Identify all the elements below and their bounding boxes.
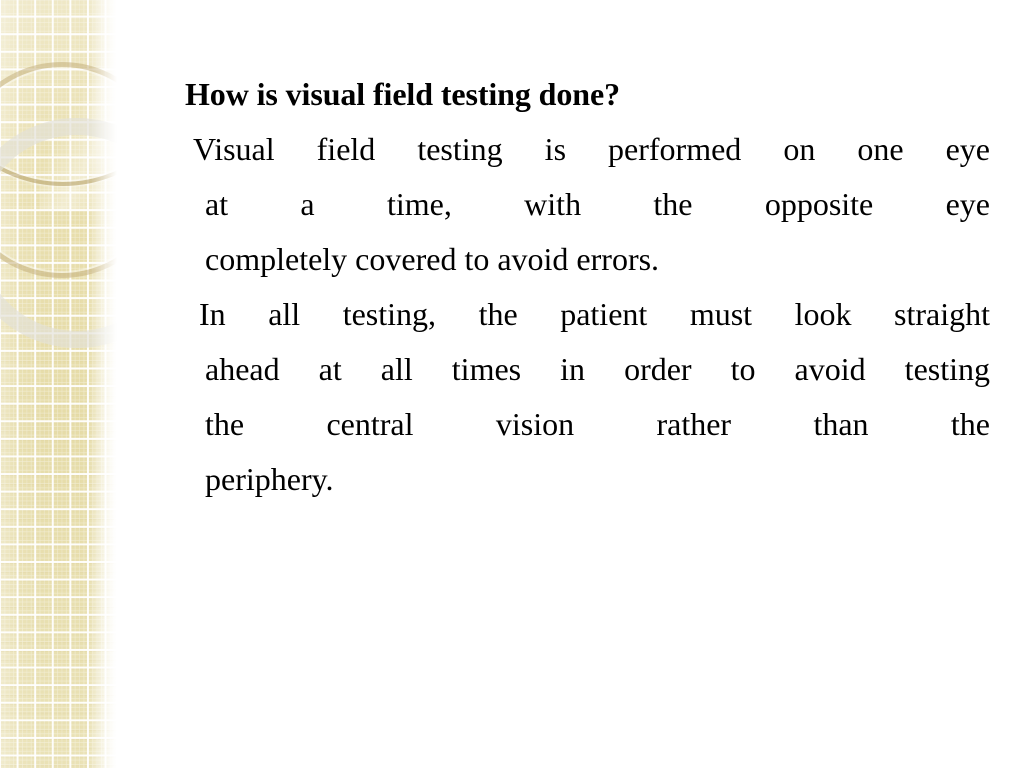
- paragraph-2-line-1: In all testing, the patient must look st…: [199, 296, 990, 332]
- paragraph-2-line-4: periphery.: [205, 461, 334, 497]
- body-text: Visual field testing is performed on one…: [185, 122, 990, 507]
- paragraph-2: In all testing, the patient must look st…: [185, 287, 990, 507]
- paragraph-1-line-3: completely covered to avoid errors.: [205, 241, 660, 277]
- slide: How is visual field testing done? Visual…: [0, 0, 1024, 768]
- paragraph-1-line-1: Visual field testing is performed on one…: [193, 131, 990, 167]
- paragraph-2-line-2: ahead at all times in order to avoid tes…: [205, 351, 990, 387]
- sidebar-edge-fade: [91, 0, 117, 768]
- page-title: How is visual field testing done?: [185, 76, 620, 112]
- paragraph-1: Visual field testing is performed on one…: [185, 122, 990, 287]
- paragraph-1-line-2: at a time, with the opposite eye: [205, 186, 990, 222]
- slide-content: How is visual field testing done? Visual…: [185, 74, 993, 507]
- paragraph-2-line-3: the central vision rather than the: [205, 406, 990, 442]
- decorative-sidebar: [0, 0, 117, 768]
